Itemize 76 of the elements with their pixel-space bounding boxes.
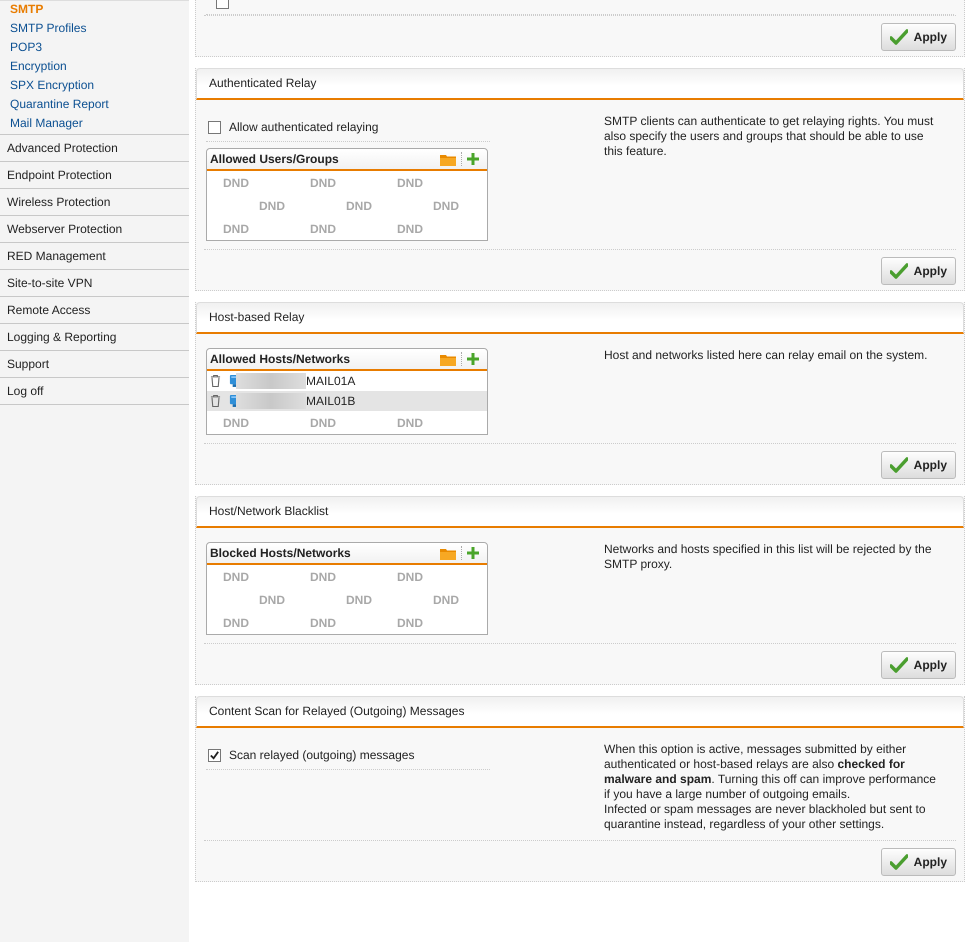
drag-drop-hint: DND bbox=[310, 222, 337, 236]
section-title: Authenticated Relay bbox=[196, 68, 964, 100]
checkbox[interactable] bbox=[208, 120, 221, 134]
drag-drop-hint: DND bbox=[397, 570, 423, 584]
section-title: Content Scan for Relayed (Outgoing) Messages bbox=[196, 696, 964, 728]
checkmark-icon bbox=[890, 263, 908, 279]
checkmark-icon bbox=[890, 457, 908, 473]
sidebar-item[interactable]: SPX Encryption bbox=[0, 77, 189, 96]
apply-button[interactable]: Apply bbox=[880, 23, 956, 51]
section-description: Networks and hosts specified in this list will be rejected by the SMTP proxy. bbox=[603, 542, 932, 573]
trash-icon[interactable] bbox=[210, 394, 221, 408]
drag-drop-hint: DND bbox=[223, 570, 250, 584]
sidebar-item[interactable]: Log off bbox=[0, 377, 189, 405]
add-icon[interactable] bbox=[467, 353, 479, 365]
checkbox[interactable] bbox=[208, 748, 221, 762]
list-title: Allowed Users/Groups bbox=[210, 152, 340, 166]
redaction-blur bbox=[236, 393, 306, 409]
drag-drop-hint: DND bbox=[346, 198, 373, 212]
redaction-blur bbox=[236, 373, 306, 389]
drag-drop-hint: DND bbox=[310, 176, 337, 190]
drag-drop-hint: DND bbox=[223, 416, 250, 430]
host-name: MAIL01B bbox=[306, 394, 356, 408]
sidebar-item[interactable]: SMTP Profiles bbox=[0, 20, 189, 39]
drag-drop-hint: DND bbox=[433, 198, 459, 212]
drag-drop-hint: DND bbox=[223, 176, 250, 190]
drag-drop-hint: DND bbox=[310, 416, 337, 430]
section-description: Host and networks listed here can relay email on the system. bbox=[603, 348, 928, 364]
sidebar-item[interactable]: Support bbox=[0, 350, 189, 377]
folder-icon[interactable] bbox=[440, 352, 456, 366]
list-title: Allowed Hosts/Networks bbox=[210, 352, 352, 366]
sidebar-item[interactable]: Webserver Protection bbox=[0, 215, 189, 242]
drag-drop-hint: DND bbox=[346, 592, 373, 606]
section-description: When this option is active, messages submitted by either authenticated or host-based relays are also checked for malware and spam. Turning this off can improve performance if you have a large number of outgoing emails. Infected or spam messages are never blackholed but sent to quarantine instead, regardless of your other settings. bbox=[603, 742, 937, 832]
apply-button[interactable]: Apply bbox=[880, 848, 956, 876]
checkmark-icon bbox=[890, 657, 908, 673]
add-icon[interactable] bbox=[467, 153, 479, 165]
drag-drop-hint: DND bbox=[433, 592, 459, 606]
drag-drop-hint: DND bbox=[397, 416, 423, 430]
apply-button[interactable]: Apply bbox=[880, 257, 956, 285]
drag-drop-hint: DND bbox=[397, 222, 423, 236]
checkmark-icon bbox=[890, 854, 908, 870]
checkbox-label: Scan relayed (outgoing) messages bbox=[229, 748, 414, 762]
section-title: Host-based Relay bbox=[196, 302, 964, 334]
drag-drop-hint: DND bbox=[397, 176, 423, 190]
host-name: MAIL01A bbox=[306, 374, 356, 388]
drag-drop-hint: DND bbox=[310, 616, 337, 630]
add-icon[interactable] bbox=[467, 547, 479, 559]
sidebar-item[interactable]: Encryption bbox=[0, 58, 189, 77]
section-description: SMTP clients can authenticate to get relaying rights. You must also specify the users and groups that should be able to use this feature. bbox=[603, 114, 934, 160]
sidebar-item[interactable]: Quarantine Report bbox=[0, 96, 189, 115]
sidebar-item[interactable]: Remote Access bbox=[0, 296, 189, 323]
checkbox-label: Allow authenticated relaying bbox=[229, 120, 378, 134]
sidebar-item[interactable]: Mail Manager bbox=[0, 115, 189, 134]
drag-drop-hint: DND bbox=[259, 592, 286, 606]
apply-button[interactable]: Apply bbox=[880, 451, 956, 479]
drag-drop-hint: DND bbox=[397, 616, 423, 630]
sidebar-item[interactable]: POP3 bbox=[0, 39, 189, 58]
sidebar-item[interactable]: RED Management bbox=[0, 242, 189, 269]
drag-drop-hint: DND bbox=[259, 198, 286, 212]
section-title: Host/Network Blacklist bbox=[196, 496, 964, 528]
sidebar-item[interactable]: Logging & Reporting bbox=[0, 323, 189, 350]
apply-button[interactable]: Apply bbox=[880, 651, 956, 679]
list-row[interactable]: MAIL01A bbox=[207, 371, 487, 391]
list-row[interactable]: MAIL01B bbox=[207, 391, 487, 411]
drag-drop-hint: DND bbox=[310, 570, 337, 584]
sidebar-item[interactable]: Wireless Protection bbox=[0, 188, 189, 215]
folder-icon[interactable] bbox=[440, 152, 456, 166]
sidebar-item[interactable]: Advanced Protection bbox=[0, 134, 189, 161]
drag-drop-hint: DND bbox=[223, 222, 250, 236]
sidebar-item[interactable]: Endpoint Protection bbox=[0, 161, 189, 188]
sidebar-item[interactable]: Site-to-site VPN bbox=[0, 269, 189, 296]
checkmark-icon bbox=[890, 29, 908, 45]
trash-icon[interactable] bbox=[210, 374, 221, 388]
folder-icon[interactable] bbox=[440, 546, 456, 560]
drag-drop-hint: DND bbox=[223, 616, 250, 630]
list-title: Blocked Hosts/Networks bbox=[210, 546, 352, 560]
